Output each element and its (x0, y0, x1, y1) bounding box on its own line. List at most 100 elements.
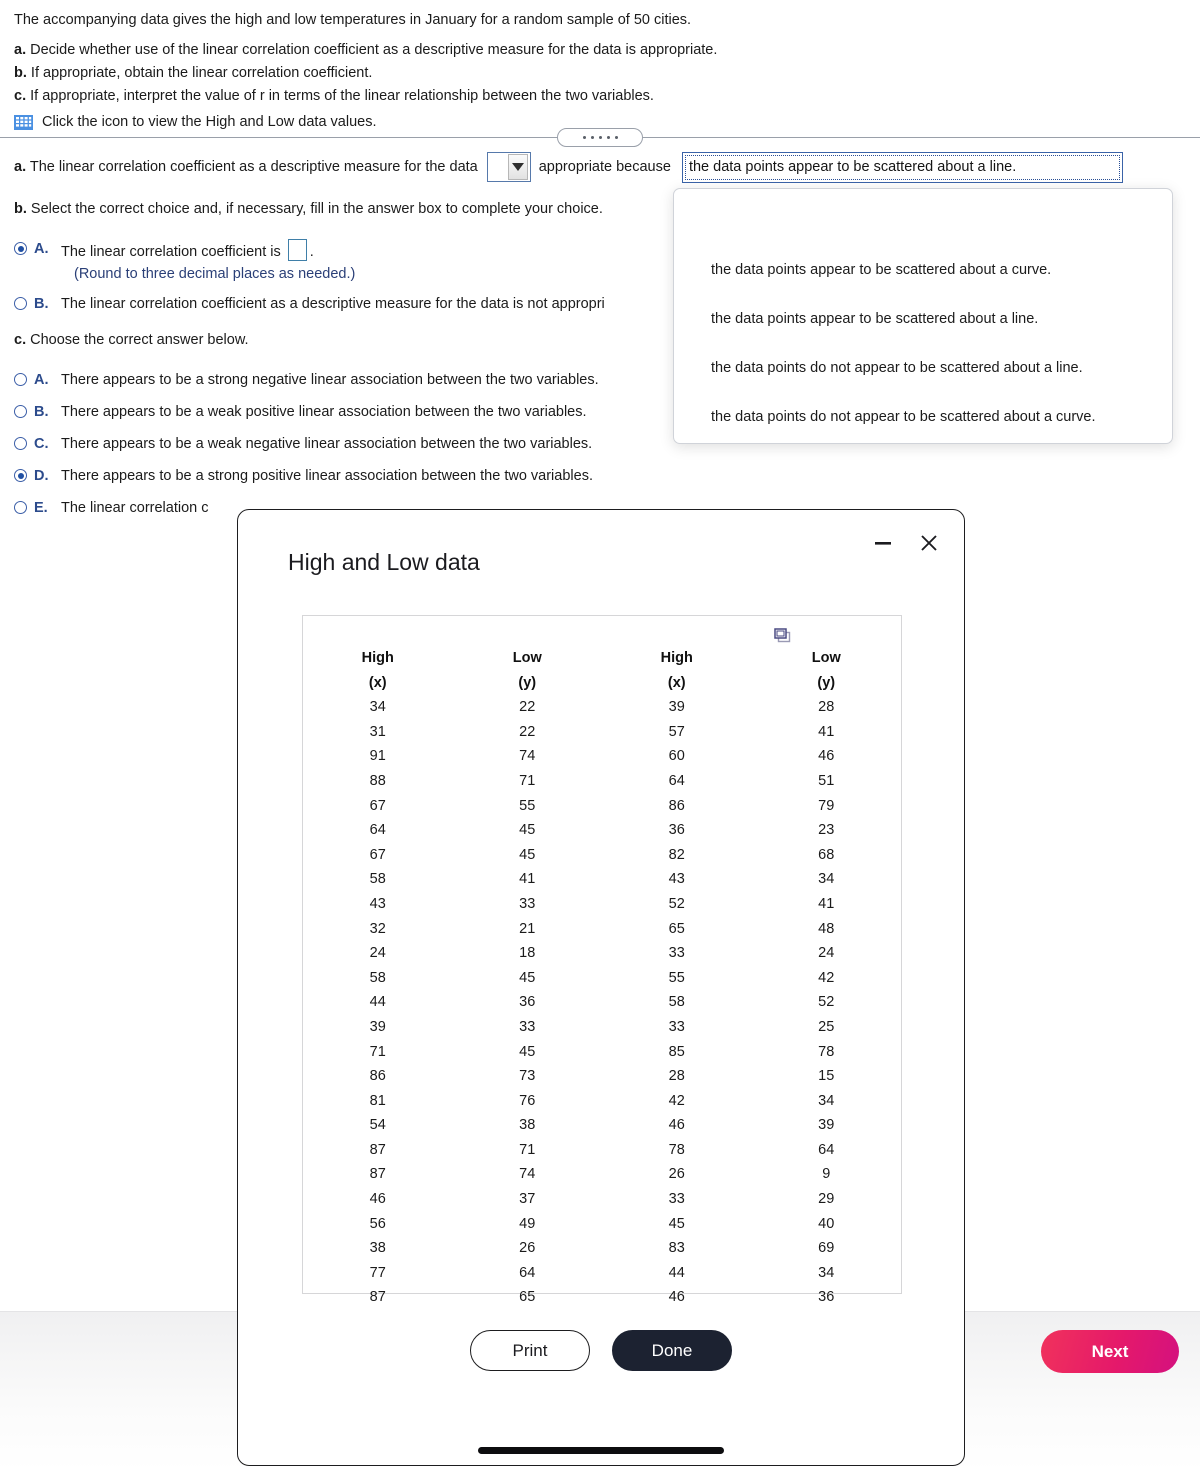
pill-dot (590, 136, 594, 139)
radio-button[interactable] (14, 297, 27, 310)
minimize-icon[interactable] (872, 532, 894, 554)
problem-statement: The accompanying data gives the high and… (0, 0, 1200, 130)
home-indicator (478, 1447, 724, 1454)
part-a-answer-prefix: a. The linear correlation coefficient as… (14, 159, 478, 175)
table-cell-low2: 40 (818, 1215, 835, 1232)
table-row: 58 41 43 34 (303, 867, 901, 892)
table-row: 67 55 86 79 (303, 794, 901, 819)
part-c-choice-d[interactable]: D. There appears to be a strong positive… (14, 466, 1186, 486)
table-cell-high1: 81 (369, 1092, 386, 1109)
table-cell-high1: 43 (369, 895, 386, 912)
pill-dot (598, 136, 602, 139)
copy-icon[interactable] (772, 626, 794, 648)
table-cell-high2: 45 (668, 1215, 685, 1232)
table-cell-high2: 33 (668, 945, 685, 962)
radio-button[interactable] (14, 437, 27, 450)
col-header-low-1: Low (512, 650, 542, 666)
table-cell-low1: 22 (519, 723, 536, 740)
table-cell-low2: 25 (818, 1018, 835, 1035)
choice-text: There appears to be a weak negative line… (61, 436, 593, 452)
table-cell-high2: 33 (668, 1018, 685, 1035)
radio-button[interactable] (14, 469, 27, 482)
table-cell-low2: 23 (818, 822, 835, 839)
problem-parts: a. Decide whether use of the linear corr… (14, 40, 1186, 107)
table-cell-high1: 87 (369, 1141, 386, 1158)
table-cell-high2: 39 (668, 699, 685, 716)
table-row: 67 45 82 68 (303, 843, 901, 868)
table-cell-high1: 87 (369, 1166, 386, 1183)
radio-button[interactable] (14, 501, 27, 514)
table-cell-high1: 88 (369, 772, 386, 789)
col-header-high-1: High (361, 650, 394, 666)
radio-button[interactable] (14, 242, 27, 255)
appropriateness-dropdown[interactable] (486, 152, 531, 182)
table-cell-high1: 91 (369, 748, 386, 765)
table-cell-high2: 60 (668, 748, 685, 765)
coefficient-input[interactable] (287, 239, 307, 261)
table-cell-high1: 67 (369, 797, 386, 814)
table-cell-low1: 18 (519, 945, 536, 962)
part-c-prompt-text: Choose the correct answer below. (30, 332, 249, 348)
chevron-down-icon[interactable] (507, 154, 528, 180)
done-button[interactable]: Done (612, 1330, 732, 1371)
divider-pill-handle[interactable] (557, 128, 643, 147)
table-cell-low2: 34 (818, 1092, 835, 1109)
table-cell-low1: 74 (519, 1166, 536, 1183)
reason-dropdown-options-panel[interactable]: the data points appear to be scattered a… (673, 188, 1173, 444)
table-row: 64 45 36 23 (303, 818, 901, 843)
table-cell-high2: 43 (668, 871, 685, 888)
dropdown-option-2[interactable]: the data points appear to be scattered a… (674, 294, 1172, 343)
table-cell-low1: 41 (519, 871, 536, 888)
pill-dot (614, 136, 618, 139)
table-cell-low2: 52 (818, 994, 835, 1011)
table-cell-low2: 68 (818, 846, 835, 863)
table-cell-low2: 42 (818, 969, 835, 986)
print-button[interactable]: Print (470, 1330, 590, 1371)
dropdown-option-3[interactable]: the data points do not appear to be scat… (674, 343, 1172, 392)
table-cell-high1: 56 (369, 1215, 386, 1232)
problem-part-a: a. Decide whether use of the linear corr… (14, 40, 1186, 61)
part-c-label: c. (14, 88, 27, 104)
table-row: 39 33 33 25 (303, 1015, 901, 1040)
high-low-data-modal: High and Low data High Low High Low (x) … (237, 509, 965, 1466)
problem-part-c: c. If appropriate, interpret the value o… (14, 86, 1186, 107)
radio-button[interactable] (14, 373, 27, 386)
table-cell-low1: 21 (519, 920, 536, 937)
table-cell-low2: 41 (818, 723, 835, 740)
table-cell-low2: 9 (822, 1166, 831, 1183)
dropdown-option-1[interactable]: the data points appear to be scattered a… (674, 245, 1172, 294)
table-cell-low1: 74 (519, 748, 536, 765)
choice-text: The linear correlation coefficient as a … (61, 296, 605, 312)
reason-dropdown[interactable]: the data points appear to be scattered a… (681, 151, 1123, 183)
table-cell-low1: 64 (519, 1264, 536, 1281)
table-row: 86 73 28 15 (303, 1064, 901, 1089)
table-cell-low1: 38 (519, 1117, 536, 1134)
table-cell-low1: 22 (519, 699, 536, 716)
table-cell-high2: 82 (668, 846, 685, 863)
high-low-data-table: High Low High Low (x) (y) (x) (y) 34 22 39… (303, 646, 901, 1310)
caret-shape (511, 163, 524, 171)
part-b-prompt-text: Select the correct choice and, if necess… (30, 201, 603, 217)
table-cell-high2: 28 (668, 1068, 685, 1085)
col-header-high-2: High (660, 650, 693, 666)
col-header-low-2: Low (811, 650, 841, 666)
dropdown-option-4[interactable]: the data points do not appear to be scat… (674, 392, 1172, 441)
close-icon[interactable] (918, 532, 940, 554)
table-cell-low1: 71 (519, 772, 536, 789)
table-cell-high1: 32 (369, 920, 386, 937)
pill-dot (582, 136, 586, 139)
table-cell-high2: 44 (668, 1264, 685, 1281)
table-cell-low2: 64 (818, 1141, 835, 1158)
table-cell-high2: 55 (668, 969, 685, 986)
table-cell-low1: 36 (519, 994, 536, 1011)
part-b-text: If appropriate, obtain the linear correl… (30, 65, 373, 81)
choice-letter: A. (34, 372, 49, 388)
radio-button[interactable] (14, 405, 27, 418)
table-row: 91 74 60 46 (303, 744, 901, 769)
table-cell-low2: 24 (818, 945, 835, 962)
next-button[interactable]: Next (1041, 1330, 1179, 1373)
table-cell-high2: 58 (668, 994, 685, 1011)
table-cell-high2: 57 (668, 723, 685, 740)
table-cell-low1: 45 (519, 822, 536, 839)
table-cell-low1: 49 (519, 1215, 536, 1232)
